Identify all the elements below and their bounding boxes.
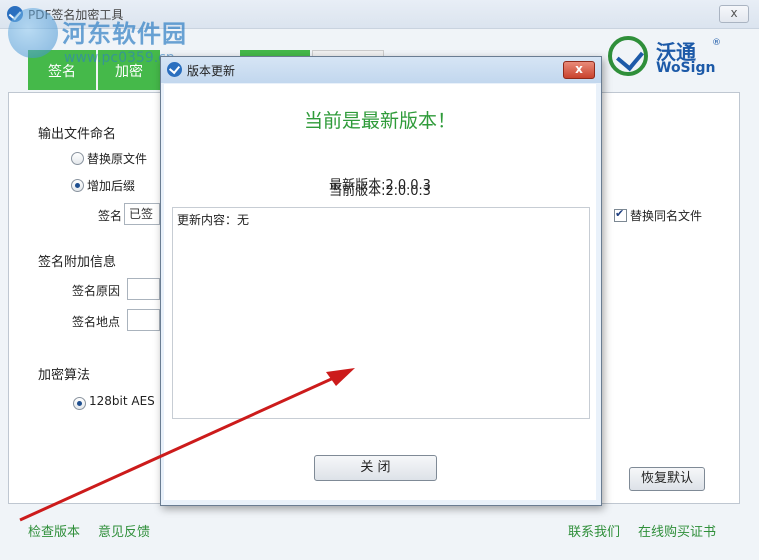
arrow-shaft [19,374,339,522]
arrow-head [326,368,355,386]
annotation-arrow [19,368,355,522]
